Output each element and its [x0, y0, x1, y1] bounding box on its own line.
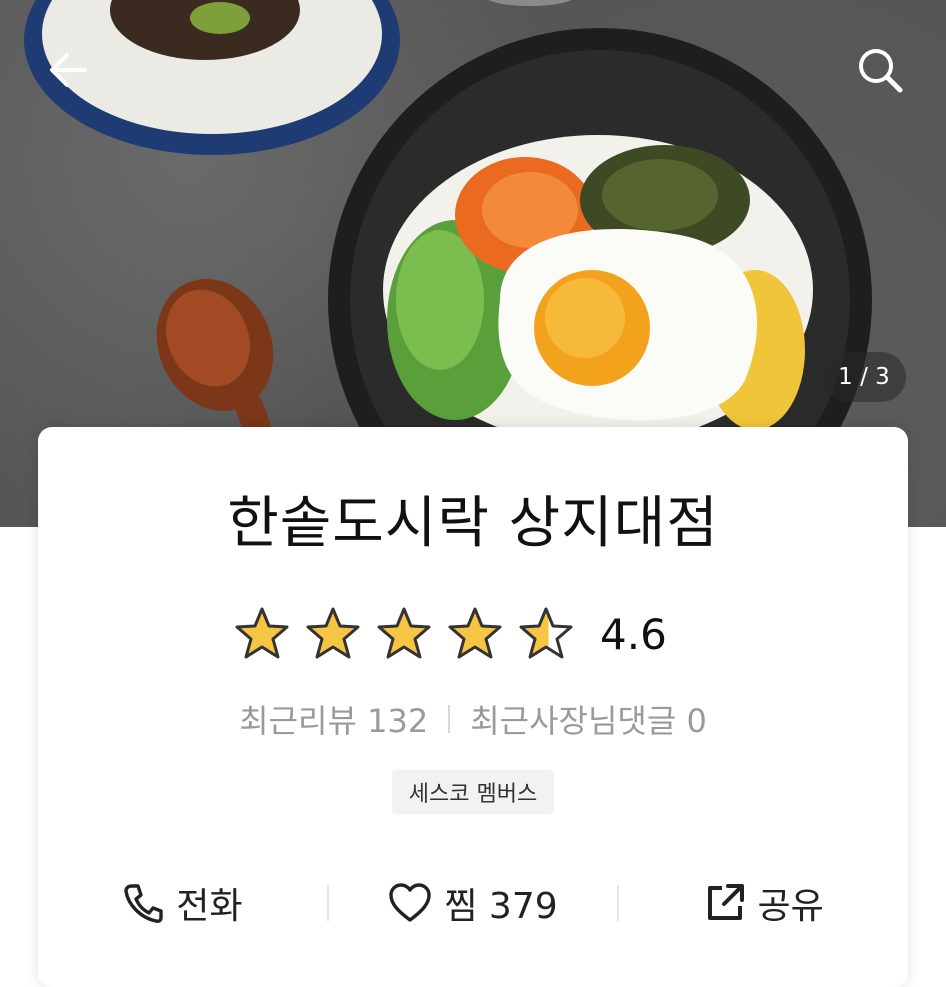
star-full-icon [377, 607, 431, 659]
heart-icon [389, 883, 432, 922]
star-full-icon [448, 607, 502, 659]
star-full-icon [235, 607, 289, 659]
review-stats[interactable]: 최근리뷰 132 최근사장님댓글 0 [0, 696, 946, 742]
like-label: 찜 379 [444, 886, 558, 927]
recent-reviews-count[interactable]: 최근리뷰 132 [239, 696, 428, 742]
action-bar: 전화 찜 379 공유 [38, 860, 908, 946]
cesco-members-badge: 세스코 멤버스 [392, 770, 554, 814]
image-page-indicator: 1 / 3 [822, 352, 906, 402]
search-button[interactable] [850, 40, 910, 100]
store-name: 한솥도시락 상지대점 [227, 491, 719, 556]
share-button[interactable]: 공유 [619, 877, 908, 929]
call-label: 전화 [176, 886, 243, 927]
call-button[interactable]: 전화 [38, 877, 327, 929]
phone-icon [124, 884, 163, 923]
stats-divider [448, 705, 451, 733]
star-full-icon [306, 607, 360, 659]
star-half-icon [519, 607, 573, 659]
back-button[interactable] [38, 40, 98, 100]
search-icon [859, 49, 903, 93]
share-icon [707, 884, 744, 920]
like-button[interactable]: 찜 379 [329, 877, 618, 929]
arrow-left-icon [50, 53, 87, 87]
share-label: 공유 [757, 886, 824, 927]
rating-value: 4.6 [600, 609, 667, 659]
rating-row[interactable]: 4.6 [233, 604, 667, 664]
recent-owner-replies-count[interactable]: 최근사장님댓글 0 [470, 696, 707, 742]
